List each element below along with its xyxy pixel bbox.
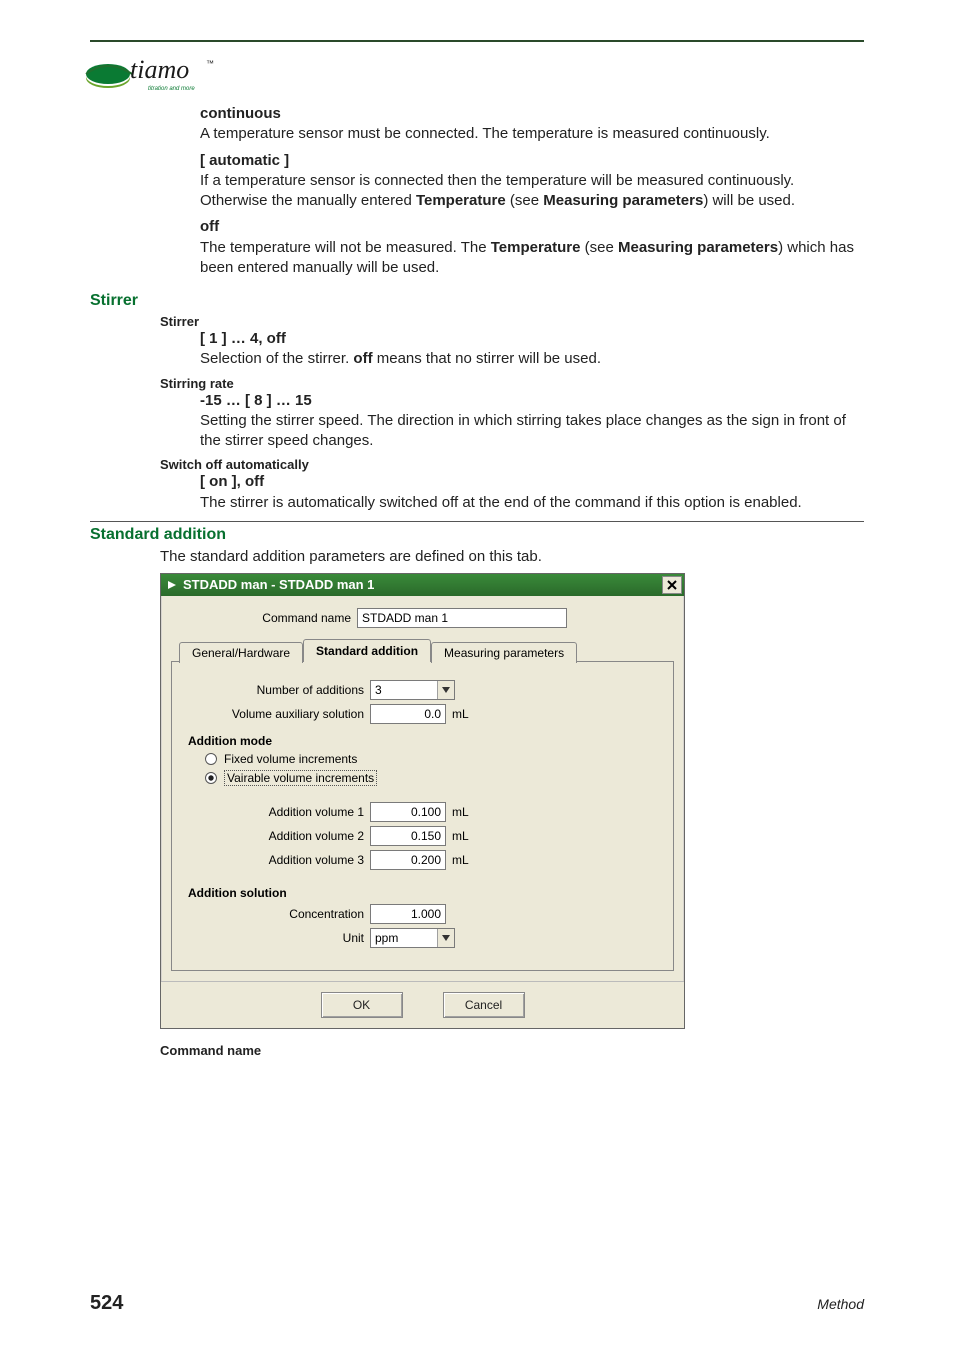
post-label-command-name: Command name [160, 1043, 864, 1058]
group-addition-solution: Addition solution [188, 886, 661, 900]
vol3-input[interactable] [370, 850, 446, 870]
heading-continuous: continuous [200, 104, 864, 124]
close-button[interactable] [662, 576, 682, 594]
param-switch-label: Switch off automatically [160, 457, 864, 472]
text: The temperature will not be measured. Th… [200, 239, 491, 256]
vol3-unit: mL [446, 853, 469, 867]
top-rule [90, 40, 864, 42]
chevron-down-icon [437, 929, 454, 947]
radio-fixed-row[interactable]: Fixed volume increments [204, 752, 661, 766]
text-off: The temperature will not be measured. Th… [200, 238, 864, 279]
section-stirrer: Stirrer [90, 292, 864, 310]
heading-automatic: [ automatic ] [200, 151, 864, 171]
text-continuous: A temperature sensor must be connected. … [200, 124, 864, 144]
param-rate-range: -15 … [ 8 ] … 15 [200, 391, 864, 411]
param-rate-label: Stirring rate [160, 376, 864, 391]
logo: tiamo ™ titration and more [90, 46, 864, 104]
tabs: General/Hardware Standard addition Measu… [171, 638, 674, 971]
radio-unchecked-icon [204, 752, 218, 766]
section-stdadd: Standard addition [90, 526, 864, 544]
footer-section: Method [817, 1296, 864, 1312]
param-rate-text: Setting the stirrer speed. The direction… [200, 411, 864, 452]
keyword: Temperature [491, 239, 581, 256]
app-icon [165, 578, 179, 592]
titlebar: STDADD man - STDADD man 1 [161, 574, 684, 596]
param-switch-text: The stirrer is automatically switched of… [200, 493, 864, 513]
radio-checked-icon [204, 771, 218, 785]
radio-variable-row[interactable]: Vairable volume increments [204, 770, 661, 786]
param-stirrer-text: Selection of the stirrer. off means that… [200, 349, 864, 369]
command-name-label: Command name [171, 611, 357, 625]
keyword: off [353, 350, 372, 367]
keyword: Measuring parameters [543, 192, 703, 209]
unit-label: Unit [184, 931, 370, 945]
cancel-button[interactable]: Cancel [443, 992, 525, 1018]
text: means that no stirrer will be used. [373, 350, 601, 367]
num-additions-value: 3 [371, 681, 437, 699]
page-number: 524 [90, 1292, 123, 1315]
vol2-unit: mL [446, 829, 469, 843]
tiamo-logo-icon: tiamo ™ titration and more [84, 48, 234, 98]
dialog-footer: OK Cancel [161, 981, 684, 1028]
param-stirrer-range: [ 1 ] … 4, off [200, 329, 864, 349]
tab-standard-addition[interactable]: Standard addition [303, 639, 431, 662]
svg-text:titration and more: titration and more [148, 86, 195, 92]
heading-off: off [200, 217, 864, 237]
svg-text:tiamo: tiamo [130, 55, 189, 84]
chevron-down-icon [437, 681, 454, 699]
concentration-label: Concentration [184, 907, 370, 921]
tab-pane: Number of additions 3 Volume auxiliary s… [171, 661, 674, 971]
concentration-input[interactable] [370, 904, 446, 924]
tab-general[interactable]: General/Hardware [179, 642, 303, 663]
keyword: Measuring parameters [618, 239, 778, 256]
svg-text:™: ™ [206, 59, 214, 68]
num-additions-label: Number of additions [184, 683, 370, 697]
vol-aux-unit: mL [446, 707, 469, 721]
ok-button[interactable]: OK [321, 992, 403, 1018]
num-additions-combo[interactable]: 3 [370, 680, 455, 700]
tab-measuring-parameters[interactable]: Measuring parameters [431, 642, 577, 663]
vol-aux-label: Volume auxiliary solution [184, 707, 370, 721]
keyword: Temperature [416, 192, 506, 209]
group-addition-mode: Addition mode [188, 734, 661, 748]
dialog-title: STDADD man - STDADD man 1 [183, 577, 662, 592]
text-automatic: If a temperature sensor is connected the… [200, 171, 864, 212]
text: Selection of the stirrer. [200, 350, 353, 367]
param-stirrer-label: Stirrer [160, 314, 864, 329]
command-name-input[interactable] [357, 608, 567, 628]
unit-combo[interactable]: ppm [370, 928, 455, 948]
vol2-input[interactable] [370, 826, 446, 846]
vol-aux-input[interactable] [370, 704, 446, 724]
text: (see [580, 239, 618, 256]
vol2-label: Addition volume 2 [184, 829, 370, 843]
radio-fixed-label: Fixed volume increments [224, 752, 357, 766]
vol3-label: Addition volume 3 [184, 853, 370, 867]
vol1-unit: mL [446, 805, 469, 819]
section-rule [90, 521, 864, 522]
unit-value: ppm [371, 929, 437, 947]
text: ) will be used. [703, 192, 795, 209]
text: (see [506, 192, 544, 209]
vol1-label: Addition volume 1 [184, 805, 370, 819]
dialog-stdadd: STDADD man - STDADD man 1 Command name G… [160, 573, 685, 1029]
vol1-input[interactable] [370, 802, 446, 822]
radio-variable-label: Vairable volume increments [224, 770, 377, 786]
stdadd-intro: The standard addition parameters are def… [160, 548, 864, 565]
close-icon [667, 580, 677, 590]
param-switch-range: [ on ], off [200, 472, 864, 492]
